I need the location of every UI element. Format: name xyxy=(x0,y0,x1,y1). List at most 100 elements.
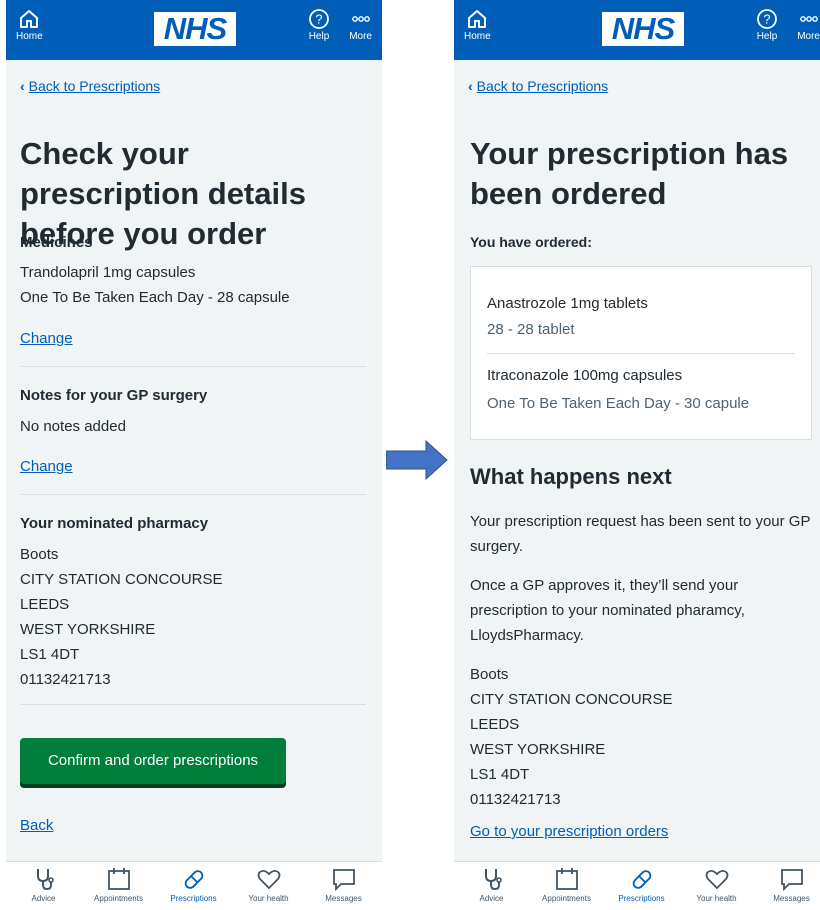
home-button[interactable]: Home xyxy=(464,8,491,43)
address-line: CITY STATION CONCOURSE xyxy=(470,691,673,708)
address-line: WEST YORKSHIRE xyxy=(20,621,156,638)
back-link-bottom[interactable]: Back xyxy=(20,817,53,834)
pill-icon xyxy=(632,870,651,889)
nav-label: Your health xyxy=(248,894,289,903)
check-prescription-screen: Home NHS ? Help More ‹ Back to Prescripti… xyxy=(6,0,382,910)
message-icon xyxy=(332,869,355,892)
nav-appointments[interactable]: Appointments xyxy=(529,866,604,903)
nav-label: Prescriptions xyxy=(170,894,217,903)
home-icon xyxy=(20,10,39,28)
more-icon xyxy=(351,16,370,22)
back-link-text: Back to Prescriptions xyxy=(476,78,609,94)
svg-text:?: ? xyxy=(763,12,770,27)
prescription-ordered-screen: Home NHS ? Help More ‹ Back to Prescripti… xyxy=(454,0,820,910)
more-icon xyxy=(799,16,818,22)
nav-appointments[interactable]: Appointments xyxy=(81,866,156,903)
nav-your-health[interactable]: Your health xyxy=(231,866,306,903)
pharmacy-phone: 01132421713 xyxy=(470,791,561,808)
home-label: Home xyxy=(464,31,491,42)
calendar-icon xyxy=(107,868,130,890)
divider xyxy=(20,494,366,495)
notes-value: No notes added xyxy=(20,418,126,435)
home-button[interactable]: Home xyxy=(16,8,43,43)
change-notes-link[interactable]: Change xyxy=(20,458,73,475)
nav-advice[interactable]: Advice xyxy=(454,866,529,903)
ordered-item-detail: One To Be Taken Each Day - 30 capule xyxy=(487,395,750,412)
more-label: More xyxy=(797,31,820,42)
chevron-left-icon: ‹ xyxy=(20,78,25,94)
divider xyxy=(20,366,366,367)
pharmacy-heading: Your nominated pharmacy xyxy=(20,515,209,532)
help-icon: ? xyxy=(757,9,777,29)
notes-heading: Notes for your GP surgery xyxy=(20,387,208,404)
bottom-navigation: Advice Appointments Prescriptions Your h… xyxy=(454,861,820,910)
heart-icon xyxy=(705,869,728,890)
message-icon xyxy=(780,869,803,892)
app-header: Home NHS ? Help More xyxy=(454,0,820,60)
home-icon xyxy=(468,10,487,28)
chevron-left-icon: ‹ xyxy=(468,78,473,94)
ordered-item-detail: 28 - 28 tablet xyxy=(487,321,575,338)
pill-icon xyxy=(184,870,203,889)
home-label: Home xyxy=(16,31,43,42)
nav-label: Advice xyxy=(31,894,56,903)
pharmacy-address: Boots CITY STATION CONCOURSE LEEDS WEST … xyxy=(470,662,673,812)
nav-advice[interactable]: Advice xyxy=(6,866,81,903)
more-label: More xyxy=(349,31,372,42)
calendar-icon xyxy=(555,868,578,890)
address-line: CITY STATION CONCOURSE xyxy=(20,571,223,588)
pharmacy-phone: 01132421713 xyxy=(20,671,111,688)
arrow-right-icon xyxy=(386,440,448,480)
address-line: LS1 4DT xyxy=(20,646,80,663)
address-line: LS1 4DT xyxy=(470,766,530,783)
svg-text:?: ? xyxy=(315,12,322,27)
back-to-prescriptions-link[interactable]: ‹ Back to Prescriptions xyxy=(468,78,608,94)
nav-label: Messages xyxy=(325,894,362,903)
back-to-prescriptions-link[interactable]: ‹ Back to Prescriptions xyxy=(20,78,160,94)
divider xyxy=(20,704,366,705)
nav-label: Appointments xyxy=(542,894,591,903)
help-icon: ? xyxy=(309,9,329,29)
help-label: Help xyxy=(756,31,778,42)
address-line: Boots xyxy=(470,666,509,683)
ordered-label: You have ordered: xyxy=(470,234,592,250)
pharmacy-address: Boots CITY STATION CONCOURSE LEEDS WEST … xyxy=(20,542,223,692)
bottom-navigation: Advice Appointments Prescriptions Your h… xyxy=(6,861,382,910)
ordered-item-name: Itraconazole 100mg capsules xyxy=(487,367,683,384)
medicine-dosage: One To Be Taken Each Day - 28 capsule xyxy=(20,289,290,306)
address-line: WEST YORKSHIRE xyxy=(470,741,606,758)
help-label: Help xyxy=(308,31,330,42)
more-button[interactable]: More xyxy=(349,8,372,43)
stethoscope-icon xyxy=(36,869,54,891)
help-button[interactable]: ? Help xyxy=(756,8,778,43)
nav-your-health[interactable]: Your health xyxy=(679,866,754,903)
nav-label: Your health xyxy=(696,894,737,903)
help-button[interactable]: ? Help xyxy=(308,8,330,43)
paragraph: Your prescription request has been sent … xyxy=(470,513,811,555)
page-title: Your prescription has been ordered xyxy=(470,136,789,211)
heart-icon xyxy=(257,869,280,890)
address-line: LEEDS xyxy=(20,596,70,613)
nav-label: Appointments xyxy=(94,894,143,903)
nav-prescriptions[interactable]: Prescriptions xyxy=(156,866,231,903)
nav-messages[interactable]: Messages xyxy=(754,866,820,903)
app-header: Home NHS ? Help More xyxy=(6,0,382,60)
nav-prescriptions[interactable]: Prescriptions xyxy=(604,866,679,903)
confirm-order-button[interactable]: Confirm and order prescriptions xyxy=(20,738,286,784)
more-button[interactable]: More xyxy=(797,8,820,43)
medicine-name: Trandolapril 1mg capsules xyxy=(20,264,196,281)
ordered-item-name: Anastrozole 1mg tablets xyxy=(487,295,648,312)
address-line: Boots xyxy=(20,546,59,563)
nav-messages[interactable]: Messages xyxy=(306,866,381,903)
nav-label: Advice xyxy=(479,894,504,903)
stethoscope-icon xyxy=(484,869,502,891)
medicines-heading: Medicines xyxy=(20,234,93,251)
prescription-orders-link[interactable]: Go to your prescription orders xyxy=(470,823,668,840)
nhs-logo: NHS xyxy=(154,12,236,46)
back-link-text: Back to Prescriptions xyxy=(28,78,161,94)
nhs-logo: NHS xyxy=(602,12,684,46)
change-medicines-link[interactable]: Change xyxy=(20,330,73,347)
what-happens-next-heading: What happens next xyxy=(470,464,672,489)
nav-label: Messages xyxy=(773,894,810,903)
nav-label: Prescriptions xyxy=(618,894,665,903)
